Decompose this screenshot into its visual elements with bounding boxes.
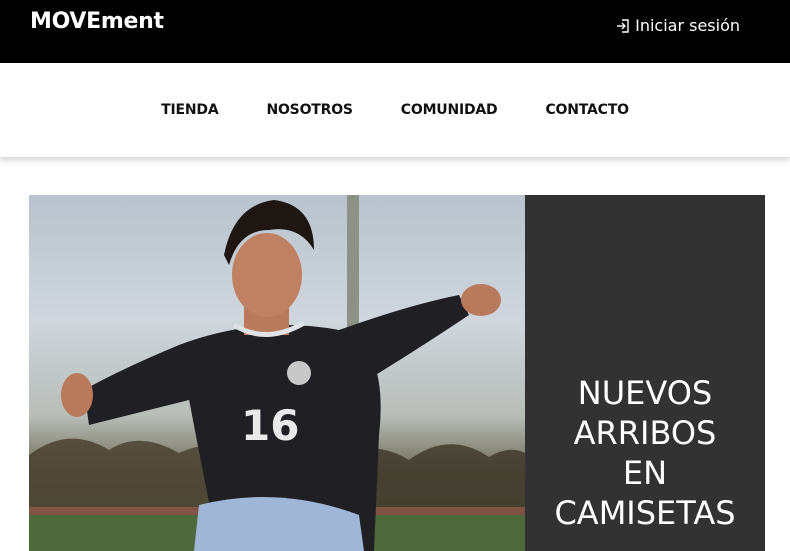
top-bar: MOVEment Iniciar sesión xyxy=(0,0,790,63)
main-nav: TIENDA NOSOTROS COMUNIDAD CONTACTO xyxy=(0,63,790,157)
nav-item-comunidad[interactable]: COMUNIDAD xyxy=(377,102,522,118)
hero-title-line-4: CAMISETAS xyxy=(554,494,736,532)
hero-title-line-3: EN xyxy=(622,454,668,492)
login-link[interactable]: Iniciar sesión xyxy=(615,16,740,35)
sign-in-icon xyxy=(617,18,629,33)
login-label: Iniciar sesión xyxy=(635,16,740,35)
jersey-number: 16 xyxy=(241,401,299,450)
brand-logo[interactable]: MOVEment xyxy=(30,9,164,34)
hero-title-line-1: NUEVOS xyxy=(577,374,713,412)
hero-banner: 16 NUEVOS ARRIBOS EN CAMISETAS xyxy=(29,195,765,551)
hero-title: NUEVOS ARRIBOS EN CAMISETAS xyxy=(554,373,735,533)
nav-item-tienda[interactable]: TIENDA xyxy=(137,102,242,118)
nav-list: TIENDA NOSOTROS COMUNIDAD CONTACTO xyxy=(137,102,653,118)
hero-text-panel: NUEVOS ARRIBOS EN CAMISETAS xyxy=(525,195,765,551)
soccer-player-photo: 16 xyxy=(29,195,525,551)
hero-photo-illustration: 16 xyxy=(29,195,525,551)
nav-item-contacto[interactable]: CONTACTO xyxy=(521,102,652,118)
nav-item-nosotros[interactable]: NOSOTROS xyxy=(242,102,376,118)
hero-title-line-2: ARRIBOS xyxy=(573,414,717,452)
